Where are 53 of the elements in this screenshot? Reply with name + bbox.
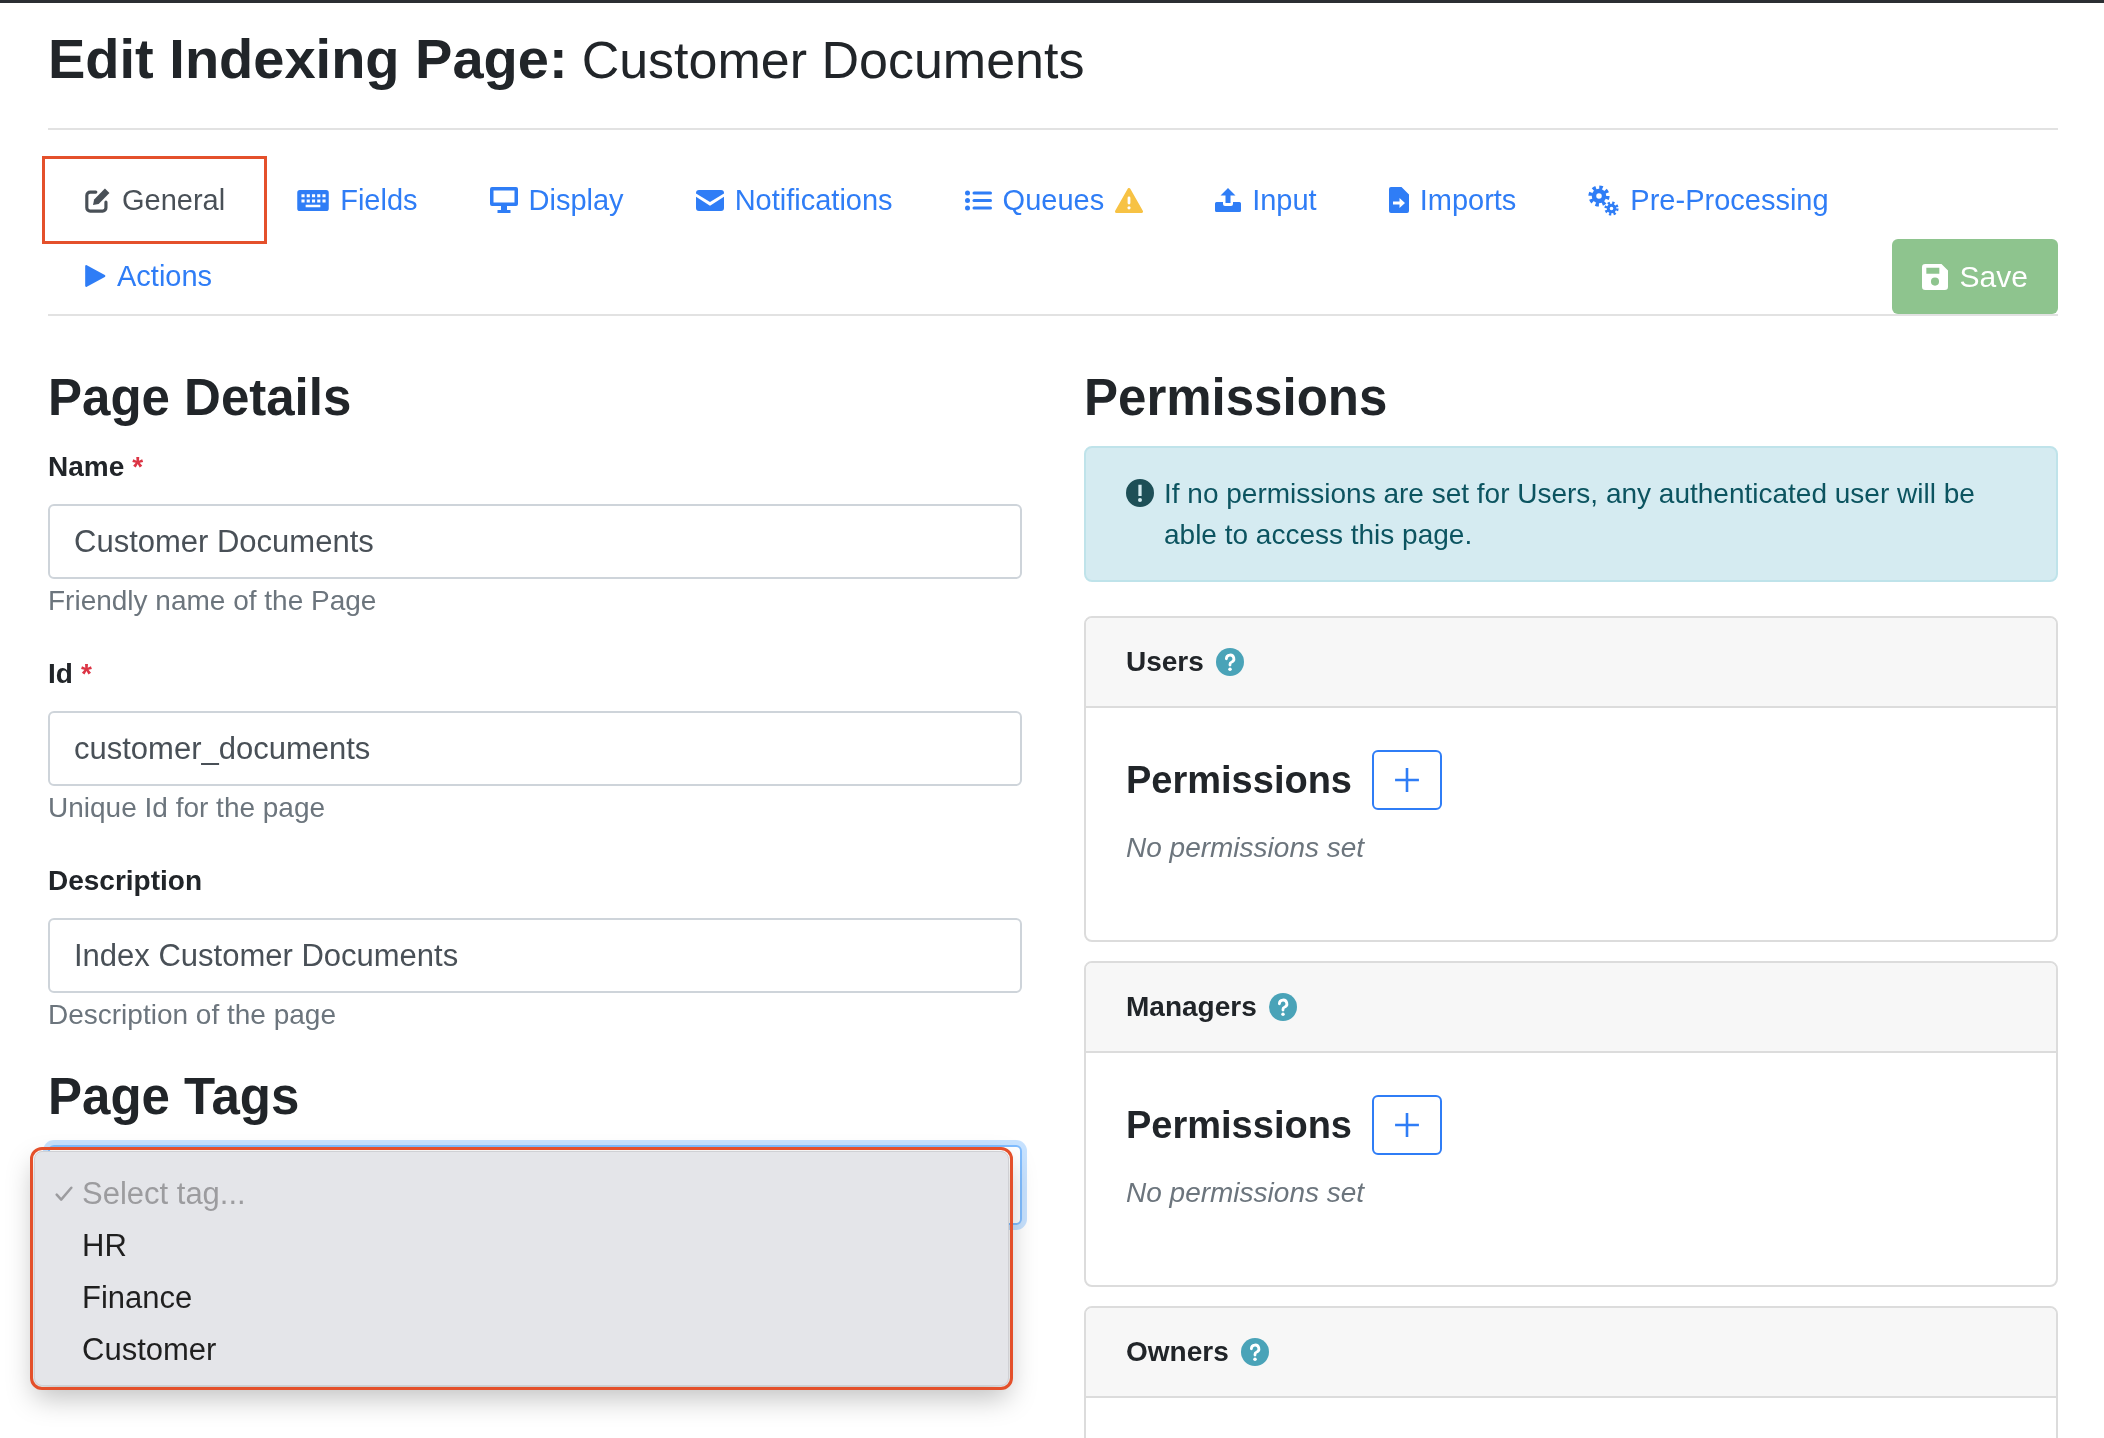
gears-icon	[1588, 184, 1620, 216]
card-title: Owners	[1126, 1336, 1229, 1369]
alert-text: If no permissions are set for Users, any authenticated user will be able to access this page.	[1164, 477, 1976, 553]
tab[interactable]: General	[48, 162, 262, 239]
dropdown-option[interactable]: HR	[35, 1220, 1008, 1273]
list-icon	[964, 189, 992, 211]
edit-icon	[84, 186, 111, 214]
document-name: Customer Documents	[581, 30, 1085, 91]
keyboard-icon	[297, 189, 330, 211]
add-button[interactable]	[1372, 1095, 1442, 1156]
upload-icon	[1215, 188, 1242, 213]
tab[interactable]: Queues	[928, 162, 1180, 239]
permissions-heading: Permissions	[1126, 1103, 1352, 1149]
help-text: Description of the page	[48, 998, 337, 1033]
field-label: Name	[48, 450, 125, 485]
section-heading: Page Tags	[48, 1067, 301, 1128]
plus-icon	[1394, 767, 1420, 794]
permissions-heading: Permissions	[1126, 758, 1352, 804]
card-title: Managers	[1126, 991, 1257, 1024]
tab[interactable]: Input	[1179, 162, 1353, 239]
add-button[interactable]	[1372, 750, 1442, 811]
text-field[interactable]: Customer Documents	[48, 504, 1022, 580]
monitor-icon	[489, 187, 518, 214]
tab[interactable]: Fields	[261, 162, 454, 239]
dropdown-option[interactable]: Customer	[35, 1324, 1008, 1377]
play-icon	[84, 264, 106, 289]
empty-message: No permissions set	[1126, 1176, 1365, 1211]
help-icon[interactable]	[1215, 648, 1244, 677]
section-heading: Page Details	[48, 368, 353, 429]
help-text: Unique Id for the page	[48, 791, 327, 826]
text-field[interactable]: Index Customer Documents	[48, 918, 1022, 994]
help-icon[interactable]	[1240, 1338, 1269, 1367]
tab[interactable]: Display	[453, 162, 660, 239]
text-field[interactable]: customer_documents	[48, 711, 1022, 787]
required-mark: *	[132, 450, 144, 485]
tab[interactable]: Notifications	[659, 162, 929, 239]
card-title: Users	[1126, 646, 1204, 679]
field-label: Id	[48, 657, 73, 692]
page-title: Edit Indexing Page:	[48, 26, 568, 92]
file-arrow-icon	[1388, 187, 1409, 214]
tab[interactable]: Actions	[48, 238, 249, 315]
exclamation-icon	[1126, 479, 1154, 508]
help-icon[interactable]	[1268, 993, 1297, 1022]
dropdown-option[interactable]: Finance	[35, 1272, 1008, 1325]
required-mark: *	[80, 657, 92, 692]
plus-icon	[1394, 1112, 1420, 1139]
help-text: Friendly name of the Page	[48, 584, 378, 619]
section-heading: Permissions	[1084, 368, 1389, 429]
tab[interactable]: Imports	[1352, 162, 1553, 239]
field-label: Description	[48, 864, 203, 899]
empty-message: No permissions set	[1126, 831, 1365, 866]
envelope-icon	[695, 189, 724, 211]
tab[interactable]: Pre-Processing	[1552, 162, 1865, 239]
